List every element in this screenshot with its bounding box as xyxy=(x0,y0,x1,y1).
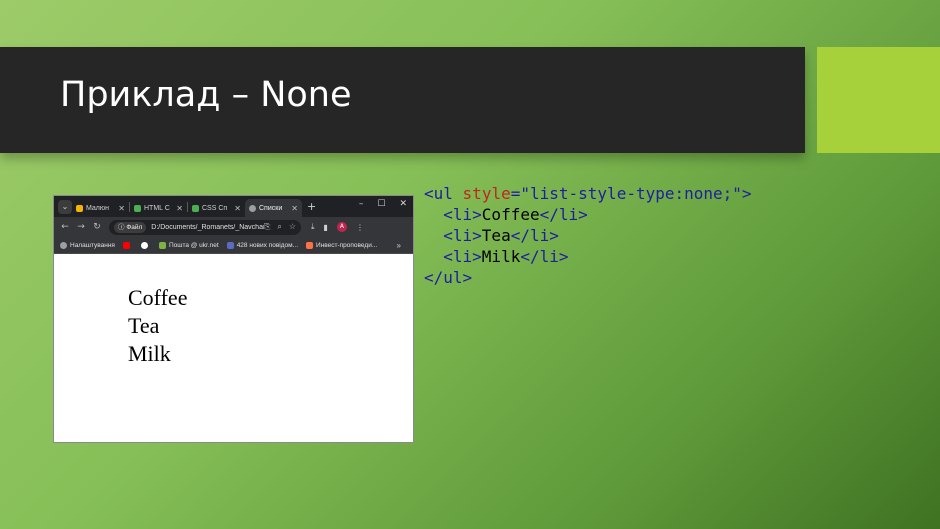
bookmarks-more-icon[interactable]: » xyxy=(397,241,401,250)
close-tab-icon[interactable]: ✕ xyxy=(118,204,125,213)
rendered-list: Coffee Tea Milk xyxy=(128,284,187,368)
tab-favicon-icon xyxy=(192,204,199,212)
maximize-icon[interactable]: ☐ xyxy=(377,199,385,209)
tab-label: HTML С xyxy=(144,204,170,212)
menu-icon[interactable]: ⋮ xyxy=(356,223,364,232)
code-li-text: Tea xyxy=(481,226,511,245)
zoom-icon[interactable]: ⌕ xyxy=(277,222,281,232)
gear-icon xyxy=(60,241,67,249)
mail-icon xyxy=(158,241,166,249)
tab-label: Списки xyxy=(259,204,283,212)
omnibox-icons: ⎘ ⌕ ☆ xyxy=(264,222,296,232)
code-li-text: Milk xyxy=(481,247,521,266)
tab-4-active[interactable]: Списки ✕ xyxy=(245,199,302,217)
window-controls: – ☐ ✕ xyxy=(359,199,407,209)
back-arrow-icon[interactable]: ← xyxy=(57,222,73,232)
code-li-close: </li> xyxy=(520,247,569,266)
bookmark-label: 428 нових повідом... xyxy=(236,241,299,249)
bookmark-label: Налаштування xyxy=(70,241,115,249)
minimize-icon[interactable]: – xyxy=(359,199,364,209)
code-li-open: <li> xyxy=(443,247,482,266)
google-icon xyxy=(140,241,148,249)
slide-title: Приклад – None xyxy=(60,75,352,115)
tab-favicon-icon xyxy=(76,204,83,212)
reload-icon[interactable]: ↻ xyxy=(89,222,105,232)
tab-search-icon[interactable]: ⌄ xyxy=(58,199,72,214)
code-li-close: </li> xyxy=(510,226,559,245)
profile-avatar[interactable]: A xyxy=(336,222,347,232)
code-attr-name: style xyxy=(462,184,511,203)
code-eq: = xyxy=(510,184,521,203)
tab-favicon-icon xyxy=(249,204,256,212)
code-gt: > xyxy=(741,184,752,203)
bookmarks-bar: Налаштування Пошта @ ukr.net 428 нових п… xyxy=(54,237,413,254)
accent-block xyxy=(817,47,940,153)
bookmark-ukrnet[interactable]: Пошта @ ukr.net xyxy=(158,241,219,249)
side-panel-icon[interactable]: ▮ xyxy=(324,223,328,232)
youtube-icon xyxy=(122,241,130,249)
translate-icon[interactable]: ⎘ xyxy=(264,222,270,232)
close-tab-icon[interactable]: ✕ xyxy=(291,204,298,213)
bookmark-label: Инвест-проповеди... xyxy=(316,241,378,249)
code-ul-close: </ul> xyxy=(424,268,473,287)
tab-favicon-icon xyxy=(134,204,141,212)
close-tab-icon[interactable]: ✕ xyxy=(234,204,241,213)
bookmark-google[interactable] xyxy=(140,241,151,249)
browser-toolbar: ← → ↻ ⓘ Файл D:/Documents/_Romanets/_Nav… xyxy=(54,217,413,237)
close-window-icon[interactable]: ✕ xyxy=(399,199,407,209)
tab-3[interactable]: CSS Сп ✕ xyxy=(188,199,245,217)
bookmark-star-icon[interactable]: ☆ xyxy=(289,222,296,232)
bookmark-invest[interactable]: Инвест-проповеди... xyxy=(306,241,378,249)
tab-strip: ⌄ Малюн ✕ HTML С ✕ CSS Сп ✕ Списки ✕ + –… xyxy=(54,196,413,217)
code-li-text: Coffee xyxy=(481,205,540,224)
forward-arrow-icon[interactable]: → xyxy=(73,222,89,232)
file-badge-label: Файл xyxy=(126,223,143,231)
code-li-open: <li> xyxy=(443,205,482,224)
list-item: Tea xyxy=(128,313,160,338)
tab-label: CSS Сп xyxy=(202,204,228,212)
code-li-close: </li> xyxy=(539,205,588,224)
address-bar[interactable]: ⓘ Файл D:/Documents/_Romanets/_Navchann.… xyxy=(109,219,301,235)
code-li-open: <li> xyxy=(443,226,482,245)
bookmark-label: Пошта @ ukr.net xyxy=(168,241,219,249)
bookmark-messages[interactable]: 428 нових повідом... xyxy=(226,241,299,249)
code-attr-value: "list-style-type:none;" xyxy=(520,184,742,203)
tab-1[interactable]: Малюн ✕ xyxy=(72,199,129,217)
bookmark-youtube[interactable] xyxy=(122,241,133,249)
title-bar: Приклад – None xyxy=(0,47,805,153)
file-badge[interactable]: ⓘ Файл xyxy=(114,221,147,233)
url-text: D:/Documents/_Romanets/_Navchann... xyxy=(151,223,264,231)
bookmark-settings[interactable]: Налаштування xyxy=(60,241,115,249)
browser-screenshot: ⌄ Малюн ✕ HTML С ✕ CSS Сп ✕ Списки ✕ + –… xyxy=(53,195,414,443)
new-tab-button[interactable]: + xyxy=(307,200,316,213)
toolbar-right: ⤓ ▮ A ⋮ xyxy=(311,222,364,232)
list-item: Coffee xyxy=(128,285,188,310)
site-icon xyxy=(306,241,314,249)
close-tab-icon[interactable]: ✕ xyxy=(176,204,183,213)
messages-icon xyxy=(226,241,234,249)
code-example: <ul style="list-style-type:none;"> <li>C… xyxy=(424,183,752,288)
code-ul-open: <ul xyxy=(424,184,453,203)
tab-label: Малюн xyxy=(86,204,110,212)
tab-2[interactable]: HTML С ✕ xyxy=(130,199,187,217)
list-item: Milk xyxy=(128,341,171,366)
download-icon[interactable]: ⤓ xyxy=(311,222,315,232)
